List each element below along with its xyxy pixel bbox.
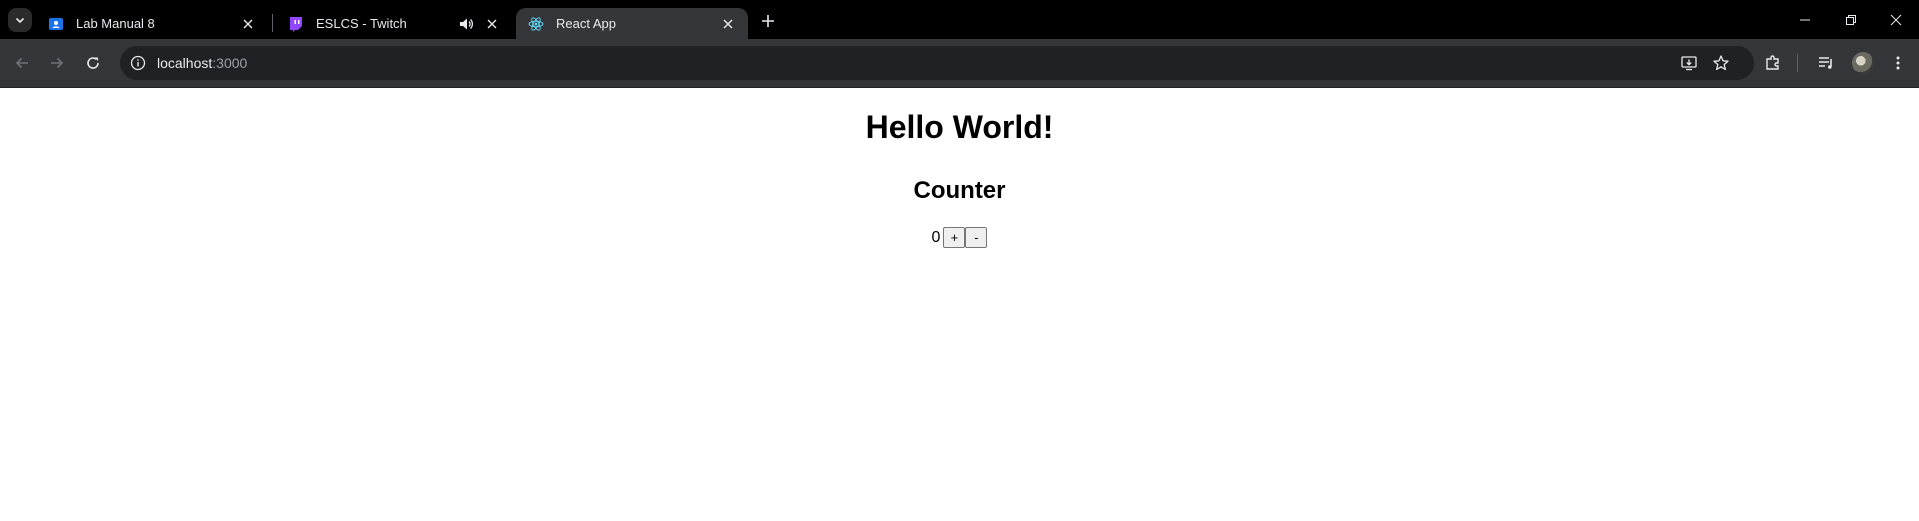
chevron-down-icon [15,17,25,24]
tab-strip: Lab Manual 8 ESLCS - Twitch React App [0,0,1919,39]
star-icon[interactable] [1712,54,1730,72]
page-content: Hello World! Counter 0 + - [0,88,1919,521]
arrow-left-icon [15,57,28,69]
toolbar-divider [1797,54,1798,72]
extensions-button[interactable] [1761,51,1785,75]
browser-toolbar: localhost:3000 [0,39,1919,88]
url-host: localhost [157,55,213,71]
tab-separator [272,14,273,32]
speaker-icon[interactable] [458,16,474,32]
reload-button[interactable] [81,51,105,75]
restore-icon [1846,14,1856,25]
forward-button[interactable] [45,51,69,75]
browser-window: Lab Manual 8 ESLCS - Twitch React App lo… [0,0,1919,521]
close-tab-button[interactable] [240,16,256,32]
puzzle-icon [1766,55,1779,70]
arrow-right-icon [51,57,64,69]
tab-title: Lab Manual 8 [76,16,155,31]
close-window-button[interactable] [1873,0,1919,39]
close-icon [1890,14,1902,25]
close-icon [723,19,733,28]
address-bar[interactable]: localhost:3000 [120,46,1754,80]
kebab-menu-icon [1896,56,1900,70]
profile-avatar[interactable] [1852,52,1874,74]
tab-twitch[interactable]: ESLCS - Twitch [276,8,512,39]
close-icon [487,19,497,28]
close-tab-button[interactable] [720,16,736,32]
increment-button[interactable]: + [943,227,966,248]
info-icon[interactable] [130,55,146,71]
reload-icon [87,57,99,69]
install-app-icon[interactable] [1680,54,1698,72]
google-classroom-icon [49,17,63,30]
react-icon [528,16,544,31]
counter-row: 0 + - [0,227,1919,248]
back-button[interactable] [10,51,34,75]
close-tab-button[interactable] [484,16,500,32]
tab-lab-manual[interactable]: Lab Manual 8 [36,8,268,39]
tab-title: ESLCS - Twitch [316,16,407,31]
tab-react-app[interactable]: React App [516,8,748,39]
close-icon [243,19,253,28]
counter-value: 0 [931,228,941,246]
tab-search-button[interactable] [8,8,32,32]
media-queue-icon [1819,57,1832,69]
tab-title: React App [556,16,616,31]
twitch-icon [290,16,302,32]
url-text: localhost:3000 [157,55,247,71]
minimize-icon [1800,19,1810,20]
new-tab-button[interactable] [756,9,780,33]
page-heading: Hello World! [865,109,1054,145]
url-port: :3000 [212,55,248,71]
menu-button[interactable] [1886,51,1910,75]
counter-heading: Counter [913,177,1006,204]
minimize-button[interactable] [1782,0,1828,39]
plus-icon [762,15,774,27]
media-controls-button[interactable] [1814,51,1838,75]
decrement-button[interactable]: - [965,227,988,248]
restore-button[interactable] [1828,0,1874,39]
